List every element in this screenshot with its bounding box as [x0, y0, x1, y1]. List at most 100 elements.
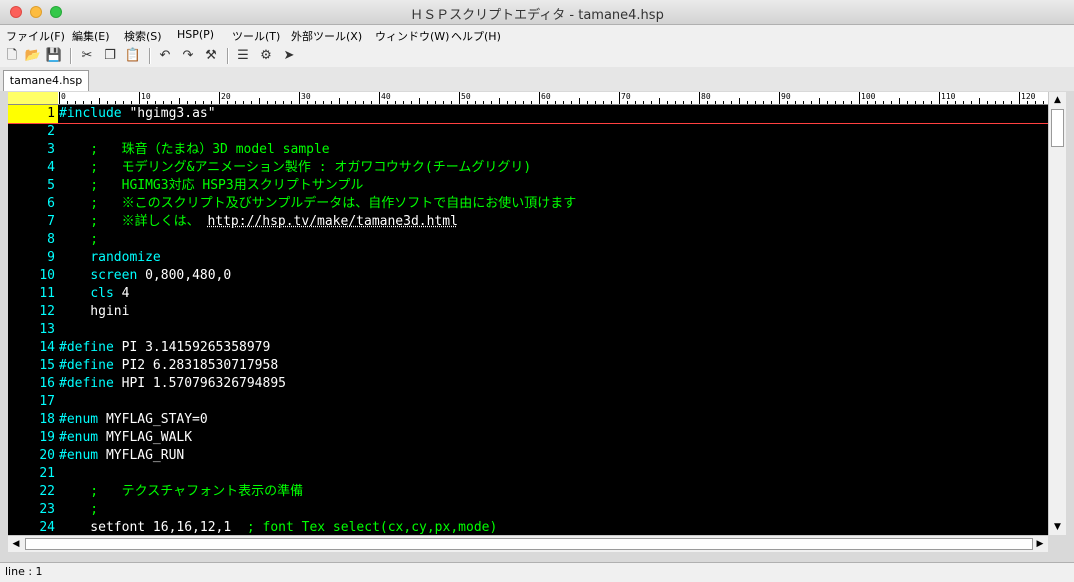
ruler-gutter: [8, 92, 58, 104]
menu-item-2[interactable]: 検索(S): [124, 28, 162, 44]
run-icon[interactable]: ☰: [234, 47, 252, 65]
ruler-tick: [579, 98, 580, 104]
ruler-tick: [419, 98, 420, 104]
scroll-up-icon[interactable]: ▲: [1049, 92, 1066, 108]
ruler-tick: [715, 101, 716, 104]
ruler-label: 50: [461, 92, 471, 101]
code-token: ; テクスチャフォント表示の準備: [59, 484, 304, 499]
code-line[interactable]: 14 #define PI 3.14159265358979: [8, 339, 1048, 357]
ruler-tick: [99, 98, 100, 104]
code-line[interactable]: 12 hgini: [8, 303, 1048, 321]
code-line[interactable]: 15 #define PI2 6.28318530717958: [8, 357, 1048, 375]
code-line[interactable]: 20 #enum MYFLAG_RUN: [8, 447, 1048, 465]
ruler-tick: [387, 101, 388, 104]
menu-item-5[interactable]: 外部ツール(X): [291, 28, 362, 44]
menu-item-1[interactable]: 編集(E): [72, 28, 110, 44]
ruler-tick: [379, 92, 380, 104]
code-line[interactable]: 19 #enum MYFLAG_WALK: [8, 429, 1048, 447]
ruler-label: 0: [61, 92, 66, 101]
scroll-right-icon[interactable]: ▶: [1032, 536, 1048, 552]
ruler-tick: [547, 101, 548, 104]
horizontal-scrollbar[interactable]: ◀ ▶: [8, 535, 1048, 552]
line-number: 19: [39, 430, 55, 445]
code-line[interactable]: 17: [8, 393, 1048, 411]
scroll-down-icon[interactable]: ▼: [1049, 519, 1066, 535]
code-line[interactable]: 5 ; HGIMG3対応 HSP3用スクリプトサンプル: [8, 177, 1048, 195]
ruler-tick: [275, 101, 276, 104]
tab-tamane4-hsp[interactable]: tamane4.hsp: [3, 70, 89, 91]
code-line[interactable]: 8 ;: [8, 231, 1048, 249]
ruler-tick: [883, 101, 884, 104]
code-line[interactable]: 11 cls 4: [8, 285, 1048, 303]
code-token: HPI 1.570796326794895: [113, 376, 286, 391]
find-replace-icon[interactable]: ⚒: [202, 47, 220, 65]
menu-item-4[interactable]: ツール(T): [232, 28, 280, 44]
code-line[interactable]: 10 screen 0,800,480,0: [8, 267, 1048, 285]
vertical-scroll-thumb[interactable]: [1051, 109, 1064, 147]
code-line[interactable]: 2: [8, 123, 1048, 141]
compile-icon[interactable]: ⚙: [257, 47, 275, 65]
code-token: PI 3.14159265358979: [113, 340, 271, 355]
code-text: screen 0,800,480,0: [59, 267, 231, 285]
code-line[interactable]: 23 ;: [8, 501, 1048, 519]
line-number: 8: [47, 232, 55, 247]
code-line[interactable]: 4 ; モデリング&アニメーション製作 : オガワコウサク(チームグリグリ): [8, 159, 1048, 177]
ruler-tick: [243, 101, 244, 104]
redo-icon[interactable]: ↷: [179, 47, 197, 65]
ruler-tick: [651, 101, 652, 104]
horizontal-scroll-thumb[interactable]: [25, 538, 1033, 550]
ruler-tick: [699, 92, 700, 104]
copy-icon[interactable]: ❐: [101, 47, 119, 65]
ruler-tick: [555, 101, 556, 104]
ruler-label: 10: [141, 92, 151, 101]
menu-item-0[interactable]: ファイル(F): [6, 28, 65, 44]
ruler-label: 70: [621, 92, 631, 101]
code-line[interactable]: 13: [8, 321, 1048, 339]
ruler-tick: [587, 101, 588, 104]
ruler-tick: [187, 101, 188, 104]
vertical-scrollbar[interactable]: ▲ ▼: [1048, 92, 1066, 535]
cut-icon[interactable]: ✂: [78, 47, 96, 65]
code-line[interactable]: 6 ; ※このスクリプト及びサンプルデータは、自作ソフトで自由にお使い頂けます: [8, 195, 1048, 213]
code-line[interactable]: 24 setfont 16,16,12,1 ; font Tex select(…: [8, 519, 1048, 535]
ruler-tick: [619, 92, 620, 104]
save-icon[interactable]: 💾: [45, 47, 63, 65]
code-line[interactable]: 3 ; 珠音（たまね）3D model sample: [8, 141, 1048, 159]
code-editor[interactable]: 0 10 20 30 40 50 60 70 80 90 100 110 120 1 #include "…: [8, 92, 1048, 535]
ruler-tick: [123, 101, 124, 104]
line-number: 20: [39, 448, 55, 463]
line-number: 13: [39, 322, 55, 337]
undo-icon[interactable]: ↶: [156, 47, 174, 65]
ruler-tick: [339, 98, 340, 104]
new-file-icon[interactable]: 🗋: [3, 47, 21, 65]
ruler-tick: [427, 101, 428, 104]
code-text: #enum MYFLAG_RUN: [59, 447, 184, 465]
code-token: ; HGIMG3対応 HSP3用スクリプトサンプル: [59, 178, 364, 193]
code-line[interactable]: 18 #enum MYFLAG_STAY=0: [8, 411, 1048, 429]
menu-item-6[interactable]: ウィンドウ(W): [375, 28, 449, 44]
code-line[interactable]: 22 ; テクスチャフォント表示の準備: [8, 483, 1048, 501]
code-line[interactable]: 9 randomize: [8, 249, 1048, 267]
ruler-tick: [139, 92, 140, 104]
ruler-tick: [331, 101, 332, 104]
open-folder-icon[interactable]: 📂: [24, 47, 42, 65]
paste-icon[interactable]: 📋: [124, 47, 142, 65]
code-text: #define PI 3.14159265358979: [59, 339, 270, 357]
ruler-tick: [315, 101, 316, 104]
ruler-tick: [211, 101, 212, 104]
ruler-label: 30: [301, 92, 311, 101]
scroll-left-icon[interactable]: ◀: [8, 536, 24, 552]
code-line[interactable]: 16 #define HPI 1.570796326794895: [8, 375, 1048, 393]
menu-item-3[interactable]: HSP(P): [177, 28, 214, 41]
ruler-tick: [451, 101, 452, 104]
ruler-tick: [691, 101, 692, 104]
code-line[interactable]: 7 ; ※詳しくは、 http://hsp.tv/make/tamane3d.h…: [8, 213, 1048, 231]
execute-icon[interactable]: ➤: [280, 47, 298, 65]
code-token: ; ※このスクリプト及びサンプルデータは、自作ソフトで自由にお使い頂けます: [59, 196, 577, 211]
code-line[interactable]: 1 #include "hgimg3.as": [8, 105, 1048, 124]
menu-item-7[interactable]: ヘルプ(H): [451, 28, 501, 44]
line-number: 21: [39, 466, 55, 481]
code-line[interactable]: 21: [8, 465, 1048, 483]
ruler-tick: [171, 101, 172, 104]
ruler-tick: [971, 101, 972, 104]
